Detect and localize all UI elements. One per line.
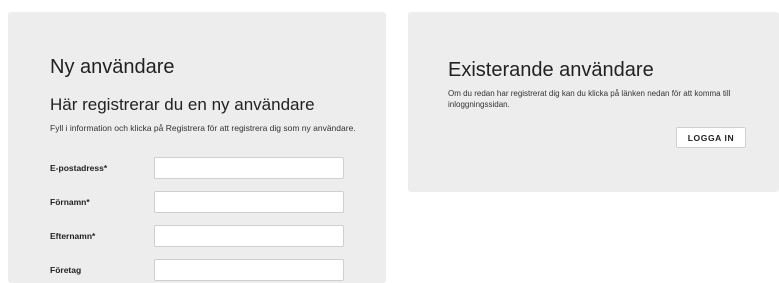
new-user-title: Ny användare [50,56,175,78]
email-label: E-postadress* [50,163,108,173]
last-name-label: Efternamn* [50,231,96,241]
existing-user-description: Om du redan har registrerat dig kan du k… [448,89,731,109]
new-user-subtitle: Här registrerar du en ny användare [50,95,315,114]
login-button[interactable]: LOGGA IN [676,127,746,148]
company-field[interactable] [154,259,344,281]
existing-user-panel: Existerande användare Om du redan har re… [408,12,779,192]
company-label: Företag [50,265,82,275]
last-name-row: Efternamn* [50,225,355,249]
last-name-field[interactable] [154,225,344,247]
email-field[interactable] [154,157,344,179]
email-row: E-postadress* [50,157,355,181]
existing-user-title: Existerande användare [448,59,654,81]
first-name-field[interactable] [154,191,344,213]
first-name-row: Förnamn* [50,191,355,215]
new-user-info-text: Fyll i information och klicka på Registr… [50,123,356,133]
company-row: Företag [50,259,355,283]
first-name-label: Förnamn* [50,197,90,207]
new-user-panel: Ny användare Här registrerar du en ny an… [8,12,386,283]
registration-page: Ny användare Här registrerar du en ny an… [0,0,779,283]
